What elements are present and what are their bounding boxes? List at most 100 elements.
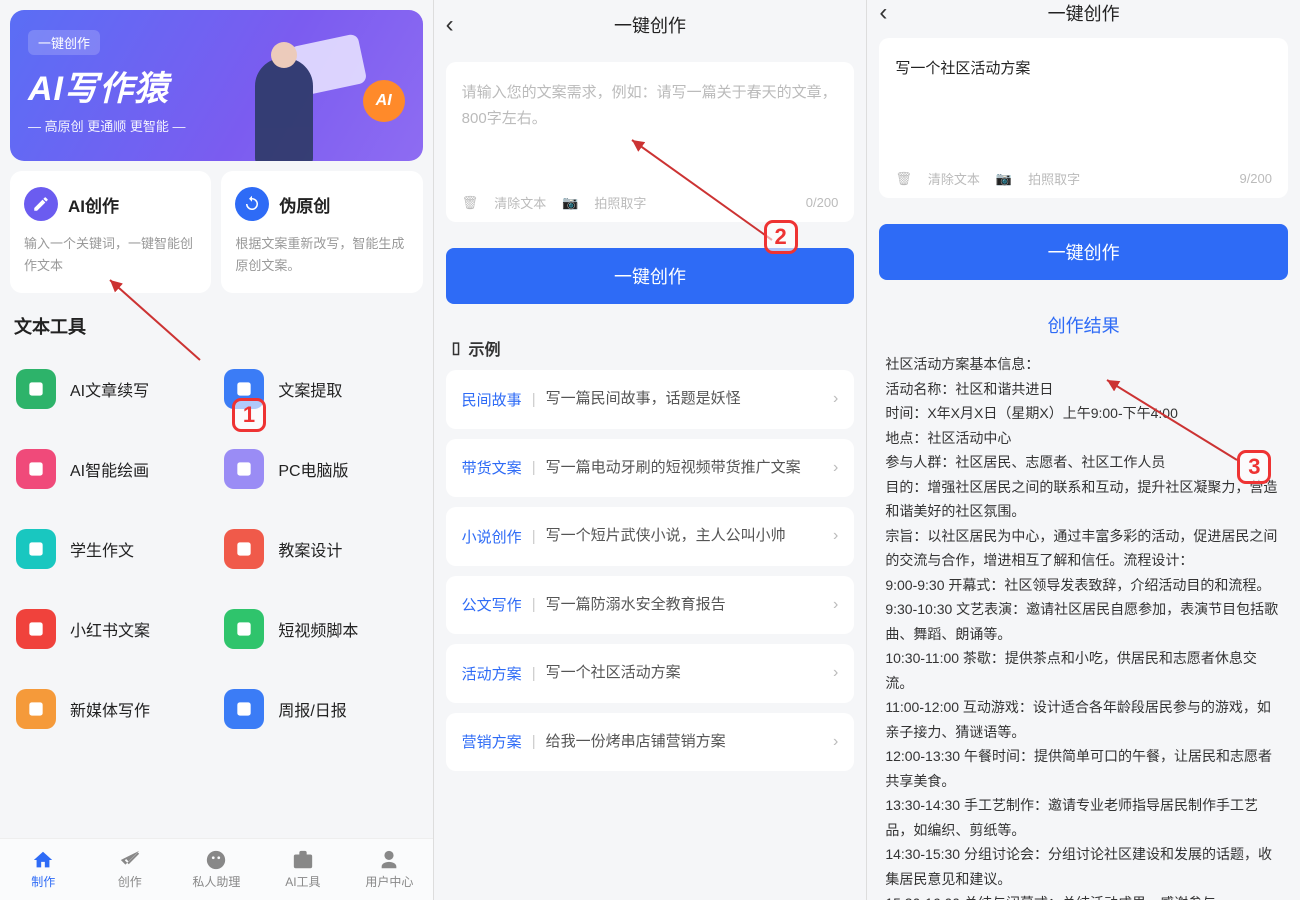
prompt-placeholder: 请输入您的文案需求，例如：请写一篇关于春天的文章，800字左右。 (462, 80, 839, 183)
tab-label: AI工具 (285, 873, 320, 890)
prompt-input-card[interactable]: 请输入您的文案需求，例如：请写一篇关于春天的文章，800字左右。 🗑 清除文本 📷… (446, 62, 855, 222)
example-tag: 带货文案 (462, 457, 522, 478)
tool-name: 学生作文 (70, 537, 134, 561)
tool-icon (16, 689, 56, 729)
example-prompt: 写一个短片武侠小说，主人公叫小帅 (546, 525, 823, 548)
result-title: 创作结果 (867, 312, 1300, 338)
bottom-tabbar: 制作 创作 私人助理 AI工具 用户中心 (0, 838, 433, 900)
pane-compose-empty: ‹ 一键创作 请输入您的文案需求，例如：请写一篇关于春天的文章，800字左右。 … (434, 0, 868, 900)
tool-icon (224, 689, 264, 729)
camera-icon[interactable]: 📷 (996, 171, 1012, 187)
tool-name: 周报/日报 (278, 697, 346, 721)
tool-item[interactable]: 短视频脚本 (216, 589, 424, 669)
tool-icon (224, 529, 264, 569)
tool-item[interactable]: AI文章续写 (8, 349, 216, 429)
clear-text-label[interactable]: 清除文本 (928, 169, 980, 188)
clear-text-label[interactable]: 清除文本 (494, 193, 546, 212)
page-title: 一键创作 (614, 12, 686, 38)
topbar: ‹ 一键创作 (434, 0, 867, 50)
example-tag: 营销方案 (462, 731, 522, 752)
tool-item[interactable]: 新媒体写作 (8, 669, 216, 749)
page-title: 一键创作 (1048, 0, 1120, 26)
chevron-right-icon: › (833, 733, 838, 751)
annotation-number-2: 2 (764, 220, 798, 254)
tool-icon (16, 369, 56, 409)
tool-name: 小红书文案 (70, 617, 150, 641)
annotation-number-3: 3 (1237, 450, 1271, 484)
tab-ai-tools[interactable]: AI工具 (260, 839, 347, 900)
tool-name: AI智能绘画 (70, 457, 149, 481)
card-ai-create[interactable]: AI创作 输入一个关键词，一键智能创作文本 (10, 171, 211, 293)
tool-icon (16, 529, 56, 569)
example-item[interactable]: 公文写作|写一篇防溺水安全教育报告› (446, 576, 855, 635)
tool-name: 文案提取 (278, 377, 342, 401)
example-prompt: 写一篇防溺水安全教育报告 (546, 594, 823, 617)
pane-compose-result: ‹ 一键创作 写一个社区活动方案 🗑清除文本 📷拍照取字 9/200 一键创作 … (867, 0, 1300, 900)
tool-item[interactable]: 教案设计 (216, 509, 424, 589)
example-item[interactable]: 带货文案|写一篇电动牙刷的短视频带货推广文案› (446, 439, 855, 498)
back-icon[interactable]: ‹ (879, 0, 887, 27)
tab-create[interactable]: 创作 (87, 839, 174, 900)
tool-name: AI文章续写 (70, 377, 149, 401)
ocr-label[interactable]: 拍照取字 (1028, 169, 1080, 188)
example-item[interactable]: 营销方案|给我一份烤串店铺营销方案› (446, 713, 855, 772)
example-tag: 民间故事 (462, 389, 522, 410)
tab-make[interactable]: 制作 (0, 839, 87, 900)
ai-badge-icon: AI (363, 80, 405, 122)
tool-name: PC电脑版 (278, 457, 348, 481)
ocr-label[interactable]: 拍照取字 (594, 193, 646, 212)
tab-label: 私人助理 (192, 873, 240, 890)
bookmark-icon: ▯ (452, 338, 461, 358)
example-tag: 公文写作 (462, 594, 522, 615)
example-prompt: 写一篇民间故事，话题是妖怪 (546, 388, 823, 411)
tab-assistant[interactable]: 私人助理 (173, 839, 260, 900)
pencil-icon (24, 187, 58, 221)
tool-item[interactable]: 小红书文案 (8, 589, 216, 669)
generate-button[interactable]: 一键创作 (879, 224, 1288, 280)
example-tag: 活动方案 (462, 663, 522, 684)
refresh-icon (235, 187, 269, 221)
prompt-input-card[interactable]: 写一个社区活动方案 🗑 清除文本 📷 拍照取字 9/200 (879, 38, 1288, 198)
tab-label: 制作 (31, 873, 55, 890)
hero-banner[interactable]: 一键创作 AI写作猿 — 高原创 更通顺 更智能 — AI (10, 10, 423, 161)
example-item[interactable]: 民间故事|写一篇民间故事，话题是妖怪› (446, 370, 855, 429)
card-rewrite[interactable]: 伪原创 根据文案重新改写，智能生成原创文案。 (221, 171, 422, 293)
prompt-value: 写一个社区活动方案 (895, 56, 1272, 159)
tool-item[interactable]: 周报/日报 (216, 669, 424, 749)
generate-button[interactable]: 一键创作 (446, 248, 855, 304)
tool-icon (224, 609, 264, 649)
tool-item[interactable]: 学生作文 (8, 509, 216, 589)
tool-icon (16, 609, 56, 649)
char-counter: 9/200 (1239, 171, 1272, 186)
tool-name: 新媒体写作 (70, 697, 150, 721)
trash-icon[interactable]: 🗑 (462, 195, 479, 211)
example-prompt: 写一篇电动牙刷的短视频带货推广文案 (546, 457, 823, 480)
card-title: 伪原创 (279, 192, 330, 217)
chevron-right-icon: › (833, 390, 838, 408)
example-prompt: 写一个社区活动方案 (546, 662, 823, 685)
tab-user[interactable]: 用户中心 (346, 839, 433, 900)
hero-pill: 一键创作 (28, 30, 100, 55)
card-desc: 根据文案重新改写，智能生成原创文案。 (235, 233, 408, 277)
hero-illustration (223, 28, 363, 161)
tool-item[interactable]: AI智能绘画 (8, 429, 216, 509)
back-icon[interactable]: ‹ (446, 11, 454, 39)
chevron-right-icon: › (833, 596, 838, 614)
tool-item[interactable]: PC电脑版 (216, 429, 424, 509)
tool-name: 教案设计 (278, 537, 342, 561)
examples-header: ▯示例 (452, 336, 849, 360)
example-item[interactable]: 小说创作|写一个短片武侠小说，主人公叫小帅› (446, 507, 855, 566)
card-title: AI创作 (68, 192, 119, 217)
card-desc: 输入一个关键词，一键智能创作文本 (24, 233, 197, 277)
topbar: ‹ 一键创作 (867, 0, 1300, 26)
tool-icon (224, 449, 264, 489)
annotation-number-1: 1 (232, 398, 266, 432)
chevron-right-icon: › (833, 527, 838, 545)
camera-icon[interactable]: 📷 (562, 195, 578, 211)
tab-label: 创作 (118, 873, 142, 890)
pane-home: 一键创作 AI写作猿 — 高原创 更通顺 更智能 — AI AI创作 输入一个关… (0, 0, 434, 900)
tool-name: 短视频脚本 (278, 617, 358, 641)
chevron-right-icon: › (833, 459, 838, 477)
example-item[interactable]: 活动方案|写一个社区活动方案› (446, 644, 855, 703)
trash-icon[interactable]: 🗑 (895, 171, 912, 187)
